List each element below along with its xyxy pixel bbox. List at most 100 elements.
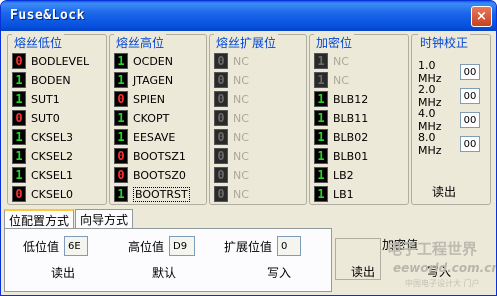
watermark-cn: 电子工程世界 xyxy=(387,240,478,258)
fuse-bit-row[interactable]: 1 BLB02 xyxy=(314,129,368,145)
fuse-bit-toggle[interactable]: 1 xyxy=(12,91,26,107)
fuse-bit-row[interactable]: 0 BODLEVEL xyxy=(12,53,89,69)
ext-value-field-group: 扩展位值 0 xyxy=(224,236,302,256)
fuse-bit-toggle[interactable]: 1 xyxy=(314,91,328,107)
fuse-bit-label: CKSEL3 xyxy=(31,130,73,144)
fuse-bit-row[interactable]: 1 BLB01 xyxy=(314,148,368,164)
fuse-bit-label: BLB01 xyxy=(333,149,369,163)
fuse-bit-toggle: 0 xyxy=(214,167,228,183)
fuse-bit-label: JTAGEN xyxy=(133,73,174,87)
low-value-input[interactable]: 6E xyxy=(64,236,89,256)
fuse-bit-label: CKSEL1 xyxy=(31,168,73,182)
fuse-bit-row[interactable]: 1 LB1 xyxy=(314,186,354,202)
fuse-bit-toggle[interactable]: 0 xyxy=(114,148,128,164)
clock-row: 8.0 MHz 00 xyxy=(418,131,480,157)
fuse-bit-label: SUT1 xyxy=(31,92,60,106)
read-button[interactable]: 读出 xyxy=(51,264,75,281)
fuse-bit-row[interactable]: 1 BOOTRST xyxy=(114,186,190,202)
fuse-bit-label: LB2 xyxy=(333,168,354,182)
fuse-bit-toggle[interactable]: 1 xyxy=(114,129,128,145)
write-button[interactable]: 写入 xyxy=(267,264,291,281)
fuse-bit-row[interactable]: 0 BOOTSZ1 xyxy=(114,148,186,164)
clock-label: 4.0 MHz xyxy=(418,107,442,133)
group-fuse-low: 熔丝低位 0 BODLEVEL 1 BODEN 1 SUT1 0 SUT0 1 CKSEL3 1 CK… xyxy=(7,34,107,205)
lock-read-button[interactable]: 读出 xyxy=(351,263,375,280)
fuse-bit-toggle[interactable]: 0 xyxy=(12,186,26,202)
clock-value-field[interactable]: 00 xyxy=(460,112,480,128)
fuse-bit-label: OCDEN xyxy=(133,54,173,68)
low-value-field-group: 低位值 6E xyxy=(23,236,89,256)
clock-value-field[interactable]: 00 xyxy=(460,136,480,152)
ext-value-label: 扩展位值 xyxy=(224,239,273,254)
fuse-bit-toggle[interactable]: 1 xyxy=(114,72,128,88)
fuse-bit-label: BOOTSZ1 xyxy=(133,149,186,163)
fuse-bit-toggle[interactable]: 0 xyxy=(12,110,26,126)
fuse-bit-label: LB1 xyxy=(333,187,354,201)
high-value-field-group: 高位值 D9 xyxy=(128,236,196,256)
fuse-bit-row[interactable]: 1 CKSEL3 xyxy=(12,129,73,145)
fuse-bit-toggle[interactable]: 1 xyxy=(12,72,26,88)
tab-bit-config[interactable]: 位配置方式 xyxy=(4,209,75,229)
fuse-bit-toggle[interactable]: 1 xyxy=(12,129,26,145)
fuse-bit-toggle: 0 xyxy=(214,110,228,126)
title-bar[interactable]: Fuse&Lock × xyxy=(1,1,496,31)
fuse-bit-toggle[interactable]: 1 xyxy=(314,110,328,126)
close-button[interactable]: × xyxy=(471,6,492,27)
fuse-bit-label: BLB12 xyxy=(333,92,369,106)
fuse-bit-label: NC xyxy=(333,73,349,87)
ext-value-input[interactable]: 0 xyxy=(277,236,302,256)
fuse-bit-toggle[interactable]: 1 xyxy=(12,148,26,164)
fuse-bit-toggle[interactable]: 0 xyxy=(114,167,128,183)
fuse-bit-row[interactable]: 1 CKSEL1 xyxy=(12,167,73,183)
fuse-bit-toggle[interactable]: 1 xyxy=(114,53,128,69)
fuse-bit-row: 0 NC xyxy=(214,167,249,183)
fuse-bit-toggle[interactable]: 1 xyxy=(114,186,128,202)
fuse-bit-row: 0 NC xyxy=(214,72,249,88)
fuse-bit-label: NC xyxy=(233,149,249,163)
fuse-bit-row: 1 NC xyxy=(314,72,349,88)
fuse-bit-row[interactable]: 1 SUT1 xyxy=(12,91,60,107)
fuse-bit-row: 0 NC xyxy=(214,110,249,126)
fuse-bit-toggle[interactable]: 1 xyxy=(12,167,26,183)
clock-read-button[interactable]: 读出 xyxy=(432,183,456,200)
fuse-bit-row[interactable]: 1 BODEN xyxy=(12,72,71,88)
fuse-bit-row: 0 NC xyxy=(214,186,249,202)
watermark-sub: 中国电子设计大 门户 xyxy=(405,279,480,288)
clock-value-field[interactable]: 00 xyxy=(460,64,480,80)
fuse-bit-toggle[interactable]: 0 xyxy=(114,91,128,107)
default-button[interactable]: 默认 xyxy=(152,264,176,281)
fuse-bit-row[interactable]: 0 BOOTSZ0 xyxy=(114,167,186,183)
fuse-bit-row[interactable]: 1 LB2 xyxy=(314,167,354,183)
fuse-bit-toggle[interactable]: 1 xyxy=(314,186,328,202)
group-lock-bits: 加密位 1 NC 1 NC 1 BLB12 1 BLB11 1 BLB02 1 BLB01 1 LB2 1 L… xyxy=(309,34,409,205)
fuse-bit-row[interactable]: 1 EESAVE xyxy=(114,129,175,145)
high-value-input[interactable]: D9 xyxy=(169,236,196,256)
fuse-bit-row[interactable]: 1 CKOPT xyxy=(114,110,169,126)
fuse-bit-row[interactable]: 1 BLB11 xyxy=(314,110,368,126)
clock-label: 8.0 MHz xyxy=(418,131,442,157)
fuse-bit-label: NC xyxy=(233,111,249,125)
fuse-bit-label: BOOTSZ0 xyxy=(133,168,186,182)
fuse-bit-toggle: 1 xyxy=(314,72,328,88)
fuse-bit-row[interactable]: 0 SUT0 xyxy=(12,110,60,126)
fuse-bit-row[interactable]: 1 JTAGEN xyxy=(114,72,173,88)
fuse-bit-toggle[interactable]: 1 xyxy=(314,148,328,164)
fuse-bit-toggle[interactable]: 1 xyxy=(314,129,328,145)
fuse-bit-label: NC xyxy=(233,73,249,87)
fuse-bit-row[interactable]: 1 OCDEN xyxy=(114,53,173,69)
clock-value-field[interactable]: 00 xyxy=(460,88,480,104)
group-title: 熔丝高位 xyxy=(114,34,167,51)
fuse-bit-row[interactable]: 0 CKSEL0 xyxy=(12,186,73,202)
fuse-bit-row[interactable]: 1 BLB12 xyxy=(314,91,368,107)
fuse-bit-row[interactable]: 0 SPIEN xyxy=(114,91,165,107)
tab-wizard[interactable]: 向导方式 xyxy=(75,209,134,228)
fuse-bit-toggle: 0 xyxy=(214,72,228,88)
fuse-bit-row[interactable]: 1 CKSEL2 xyxy=(12,148,73,164)
fuse-bit-toggle[interactable]: 1 xyxy=(114,110,128,126)
fuse-bit-label: NC xyxy=(233,168,249,182)
fuse-bit-row: 0 NC xyxy=(214,53,249,69)
fuse-bit-toggle[interactable]: 0 xyxy=(12,53,26,69)
fuse-bit-label: EESAVE xyxy=(133,130,176,144)
fuse-bit-toggle[interactable]: 1 xyxy=(314,167,328,183)
group-clock-calibration: 时钟校正 1.0 MHz 00 2.0 MHz 00 4.0 MHz 00 8.… xyxy=(411,34,491,205)
